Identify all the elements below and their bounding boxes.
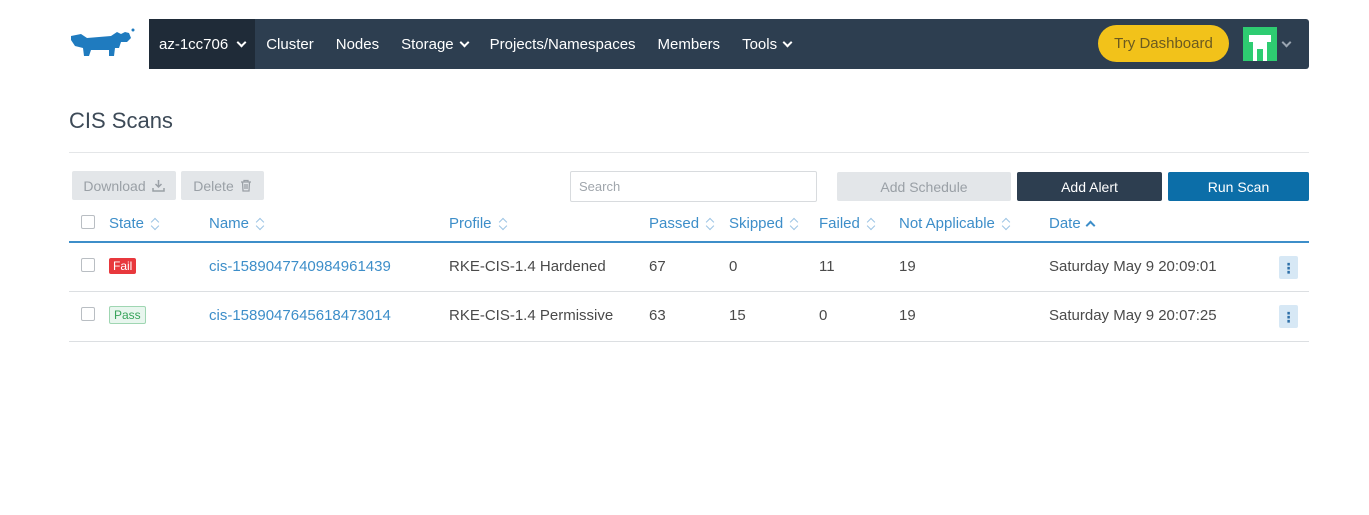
chevron-down-icon — [236, 37, 247, 47]
rancher-logo-icon — [71, 28, 135, 56]
run-scan-button[interactable]: Run Scan — [1168, 172, 1309, 201]
rancher-logo[interactable] — [69, 19, 149, 69]
row-actions-button[interactable]: ⋮ — [1279, 256, 1298, 279]
delete-button[interactable]: Delete — [181, 171, 264, 200]
row-checkbox[interactable] — [81, 307, 95, 321]
row-actions-button[interactable]: ⋮ — [1279, 305, 1298, 328]
user-menu[interactable] — [1243, 27, 1292, 61]
nav-members[interactable]: Members — [647, 19, 732, 69]
scan-name-link[interactable]: cis-1589047645618473014 — [209, 307, 391, 324]
cluster-switcher[interactable]: az-1cc706 — [149, 19, 256, 69]
nav-storage[interactable]: Storage — [390, 19, 479, 69]
sort-icon — [498, 217, 508, 231]
column-header-not-applicable[interactable]: Not Applicable — [899, 215, 1011, 232]
main-nav: Cluster Nodes Storage Projects/Namespace… — [255, 19, 802, 69]
nav-tools[interactable]: Tools — [731, 19, 802, 69]
divider — [69, 152, 1309, 153]
nav-projects-namespaces[interactable]: Projects/Namespaces — [479, 19, 647, 69]
sort-icon — [789, 217, 799, 231]
sort-icon — [150, 217, 160, 231]
nav-nodes[interactable]: Nodes — [325, 19, 390, 69]
skipped-cell: 0 — [729, 258, 738, 275]
column-header-failed[interactable]: Failed — [819, 215, 876, 232]
sort-icon — [255, 217, 265, 231]
table-header-divider — [69, 241, 1309, 243]
column-header-date[interactable]: Date — [1049, 215, 1096, 232]
skipped-cell: 15 — [729, 307, 746, 324]
not-applicable-cell: 19 — [899, 258, 916, 275]
chevron-down-icon — [782, 37, 793, 47]
page-title: CIS Scans — [69, 108, 173, 133]
top-navigation-bar: az-1cc706 Cluster Nodes Storage Projects… — [69, 19, 1309, 69]
chevron-down-icon — [459, 37, 470, 47]
profile-cell: RKE-CIS-1.4 Permissive — [449, 307, 614, 324]
trash-icon — [240, 179, 251, 192]
column-header-state[interactable]: State — [109, 215, 160, 232]
select-all-checkbox[interactable] — [81, 215, 95, 229]
failed-cell: 11 — [819, 258, 835, 275]
passed-cell: 63 — [649, 307, 666, 324]
sort-ascending-icon — [1085, 220, 1096, 231]
sort-icon — [866, 217, 876, 231]
column-header-name[interactable]: Name — [209, 215, 265, 232]
failed-cell: 0 — [819, 307, 828, 324]
download-button[interactable]: Download — [72, 171, 176, 200]
chevron-down-icon — [1281, 37, 1292, 47]
scan-name-link[interactable]: cis-1589047740984961439 — [209, 258, 391, 275]
add-alert-button[interactable]: Add Alert — [1017, 172, 1162, 201]
row-checkbox[interactable] — [81, 258, 95, 272]
date-cell: Saturday May 9 20:07:25 — [1049, 307, 1217, 324]
sort-icon — [705, 217, 715, 231]
not-applicable-cell: 19 — [899, 307, 916, 324]
column-header-passed[interactable]: Passed — [649, 215, 715, 232]
status-badge: Pass — [109, 306, 146, 324]
nav-cluster[interactable]: Cluster — [255, 19, 325, 69]
add-schedule-button[interactable]: Add Schedule — [837, 172, 1011, 201]
avatar — [1243, 27, 1277, 61]
profile-cell: RKE-CIS-1.4 Hardened — [449, 258, 606, 275]
passed-cell: 67 — [649, 258, 666, 275]
row-divider — [69, 341, 1309, 342]
cluster-name: az-1cc706 — [159, 35, 229, 53]
date-cell: Saturday May 9 20:09:01 — [1049, 258, 1217, 275]
search-input[interactable] — [570, 171, 817, 202]
kebab-icon: ⋮ — [1281, 308, 1296, 325]
sort-icon — [1001, 217, 1011, 231]
row-divider — [69, 291, 1309, 292]
kebab-icon: ⋮ — [1281, 259, 1296, 276]
download-icon — [151, 180, 165, 192]
try-dashboard-button[interactable]: Try Dashboard — [1098, 25, 1229, 62]
column-header-skipped[interactable]: Skipped — [729, 215, 799, 232]
column-header-profile[interactable]: Profile — [449, 215, 508, 232]
status-badge: Fail — [109, 258, 137, 274]
